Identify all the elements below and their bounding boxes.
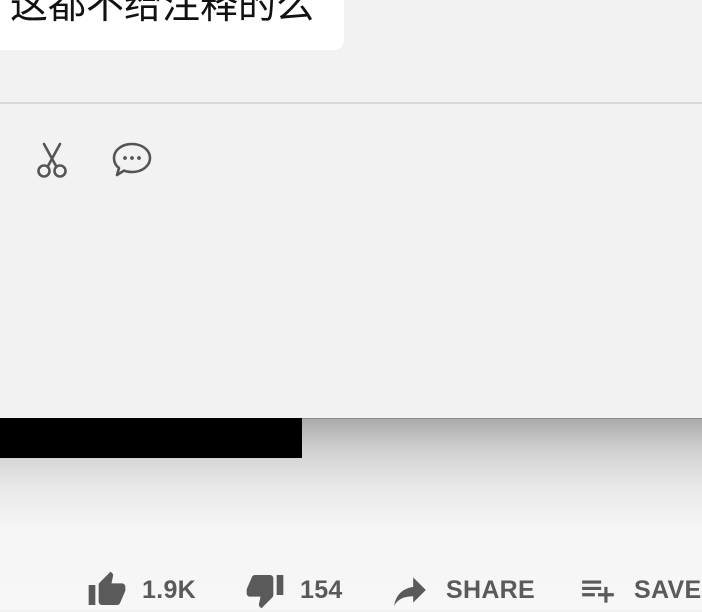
thumbs-down-icon (244, 568, 286, 612)
like-button[interactable]: 1.9K (86, 568, 196, 612)
share-label: SHARE (446, 575, 536, 604)
scissors-icon (32, 140, 72, 180)
share-arrow-icon (390, 568, 430, 612)
thumbs-up-icon (86, 568, 128, 612)
comment-text: 这都不给注释的么 (10, 0, 315, 27)
dislike-button[interactable]: 154 (244, 568, 343, 612)
like-count: 1.9K (142, 575, 197, 604)
share-button[interactable]: SHARE (390, 568, 535, 612)
save-button[interactable]: SAVE (578, 568, 701, 612)
comment-bubble: 这都不给注释的么 (0, 0, 344, 50)
clip-button[interactable] (30, 138, 74, 182)
dislike-count: 154 (300, 575, 343, 604)
save-label: SAVE (634, 575, 702, 604)
chat-bubble-icon (111, 140, 153, 180)
black-bar (0, 418, 302, 458)
divider (0, 102, 702, 104)
playlist-add-icon (578, 568, 618, 612)
comment-button[interactable] (110, 138, 154, 182)
